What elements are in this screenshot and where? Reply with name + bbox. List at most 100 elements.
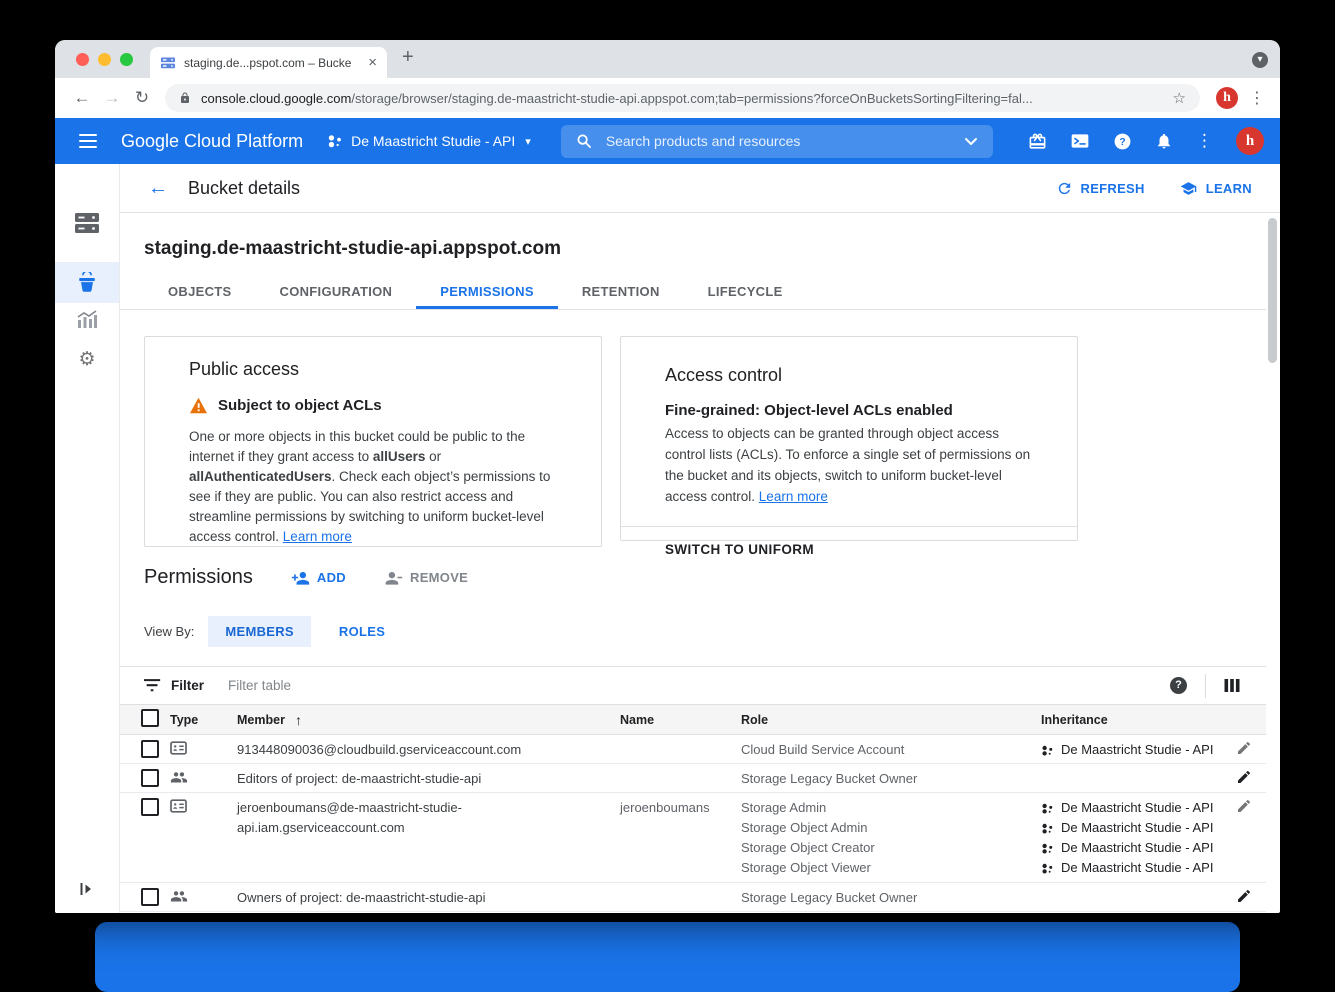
search-input[interactable]: Search products and resources xyxy=(561,125,993,158)
learn-more-link[interactable]: Learn more xyxy=(759,489,828,504)
sidebar-collapse-icon[interactable] xyxy=(55,881,119,897)
header-overflow-icon[interactable]: ⋮ xyxy=(1196,131,1213,151)
tab-configuration[interactable]: CONFIGURATION xyxy=(256,275,417,309)
group-icon xyxy=(170,889,237,903)
project-icon xyxy=(1041,802,1054,815)
row-checkbox[interactable] xyxy=(141,769,159,787)
url-domain: console.cloud.google.com xyxy=(201,91,351,106)
select-all-checkbox[interactable] xyxy=(141,709,159,727)
extension-icon[interactable]: h xyxy=(1216,87,1238,109)
table-row xyxy=(120,912,1266,913)
table-row: Owners of project: de-maastricht-studie-… xyxy=(120,883,1266,912)
sidebar-item-buckets[interactable] xyxy=(55,262,119,303)
warning-icon xyxy=(189,397,208,414)
page-title: Bucket details xyxy=(188,178,300,199)
tab-close-icon[interactable]: × xyxy=(368,55,377,70)
sidebar-item-monitoring[interactable] xyxy=(55,310,119,330)
column-type[interactable]: Type xyxy=(170,713,237,727)
column-name[interactable]: Name xyxy=(620,713,741,727)
service-account-icon xyxy=(170,799,237,813)
page-app-bar: ← Bucket details REFRESH LEARN xyxy=(120,164,1280,213)
chevron-down-icon: ▾ xyxy=(525,135,531,148)
edit-member-icon[interactable] xyxy=(1236,798,1266,814)
inheritance-value: De Maastricht Studie - API xyxy=(1041,798,1236,818)
project-selector[interactable]: De Maastricht Studie - API ▾ xyxy=(327,133,531,149)
bookmark-star-icon[interactable]: ☆ xyxy=(1173,89,1186,107)
public-access-card: Public access Subject to object ACLs One… xyxy=(144,336,602,547)
public-access-body: One or more objects in this bucket could… xyxy=(189,427,557,547)
access-control-card: Access control Fine-grained: Object-leve… xyxy=(620,336,1078,541)
row-checkbox[interactable] xyxy=(141,740,159,758)
search-placeholder: Search products and resources xyxy=(606,133,950,149)
filter-icon xyxy=(144,679,161,692)
sidebar-item-settings[interactable]: ⚙ xyxy=(55,348,119,371)
tab-retention[interactable]: RETENTION xyxy=(558,275,684,309)
access-control-title: Access control xyxy=(665,365,1033,386)
new-tab-button[interactable]: + xyxy=(402,46,414,69)
lock-icon xyxy=(179,92,191,104)
notifications-bell-icon[interactable] xyxy=(1155,132,1173,150)
tab-lifecycle[interactable]: LIFECYCLE xyxy=(684,275,807,309)
switch-to-uniform-button[interactable]: SWITCH TO UNIFORM xyxy=(621,527,1077,572)
cloud-shell-icon[interactable] xyxy=(1070,131,1090,151)
tab-objects[interactable]: OBJECTS xyxy=(144,275,256,309)
main-content: staging.de-maastricht-studie-api.appspot… xyxy=(120,213,1266,913)
project-name: De Maastricht Studie - API xyxy=(351,133,515,149)
column-inheritance[interactable]: Inheritance xyxy=(1041,713,1236,727)
gcp-header: Google Cloud Platform De Maastricht Stud… xyxy=(55,118,1280,164)
permissions-title: Permissions xyxy=(144,566,253,589)
access-control-subtitle: Fine-grained: Object-level ACLs enabled xyxy=(665,402,1033,419)
bucket-name: staging.de-maastricht-studie-api.appspot… xyxy=(144,238,561,260)
view-by-roles-toggle[interactable]: ROLES xyxy=(339,624,385,639)
avatar[interactable]: h xyxy=(1236,127,1264,155)
back-button[interactable]: ← xyxy=(148,177,168,200)
project-icon xyxy=(1041,862,1054,875)
access-control-body: Access to objects can be granted through… xyxy=(665,423,1033,507)
column-member[interactable]: Member↑ xyxy=(237,712,620,728)
background-window xyxy=(95,922,1240,992)
bucket-tabs: OBJECTS CONFIGURATION PERMISSIONS RETENT… xyxy=(120,275,1266,310)
search-chevron-icon[interactable] xyxy=(964,137,978,146)
hamburger-menu-icon[interactable] xyxy=(79,130,97,152)
browser-tab[interactable]: staging.de...pspot.com – Bucke × xyxy=(150,47,387,78)
edit-member-icon[interactable] xyxy=(1236,740,1266,756)
service-account-icon xyxy=(170,741,237,755)
filter-input[interactable]: Filter table xyxy=(228,678,291,693)
learn-more-link[interactable]: Learn more xyxy=(283,529,352,544)
brand-title[interactable]: Google Cloud Platform xyxy=(121,131,303,152)
sort-ascending-icon: ↑ xyxy=(295,712,302,728)
add-member-button[interactable]: ADD xyxy=(291,570,346,585)
edit-member-icon[interactable] xyxy=(1236,888,1266,904)
minimize-window-button[interactable] xyxy=(98,53,111,66)
browser-window: staging.de...pspot.com – Bucke × + ▾ ← →… xyxy=(55,40,1280,913)
tab-search-icon[interactable]: ▾ xyxy=(1252,52,1268,68)
gift-icon[interactable] xyxy=(1028,132,1047,151)
edit-member-icon[interactable] xyxy=(1236,769,1266,785)
browser-reload-button[interactable]: ↻ xyxy=(127,88,157,108)
maximize-window-button[interactable] xyxy=(120,53,133,66)
view-by-members-toggle[interactable]: MEMBERS xyxy=(208,616,311,647)
project-icon xyxy=(1041,822,1054,835)
learn-button[interactable]: LEARN xyxy=(1179,180,1252,197)
row-checkbox[interactable] xyxy=(141,798,159,816)
column-options-icon[interactable] xyxy=(1224,678,1240,693)
search-icon xyxy=(576,133,592,149)
scrollbar[interactable] xyxy=(1268,218,1277,363)
tab-permissions[interactable]: PERMISSIONS xyxy=(416,275,558,309)
remove-member-button[interactable]: REMOVE xyxy=(384,570,468,585)
close-window-button[interactable] xyxy=(76,53,89,66)
browser-forward-button[interactable]: → xyxy=(97,88,127,108)
public-access-status: Subject to object ACLs xyxy=(218,397,382,414)
divider xyxy=(1205,674,1206,698)
sidebar-item-storage[interactable] xyxy=(55,212,119,234)
table-help-icon[interactable]: ? xyxy=(1170,677,1187,694)
address-bar[interactable]: console.cloud.google.com /storage/browse… xyxy=(165,84,1200,112)
row-checkbox[interactable] xyxy=(141,888,159,906)
help-icon[interactable]: ? xyxy=(1113,132,1132,151)
column-role[interactable]: Role xyxy=(741,713,1041,727)
public-access-title: Public access xyxy=(189,359,557,380)
table-row: Editors of project: de-maastricht-studie… xyxy=(120,764,1266,793)
refresh-button[interactable]: REFRESH xyxy=(1056,180,1145,197)
browser-back-button[interactable]: ← xyxy=(67,88,97,108)
browser-menu-icon[interactable]: ⋮ xyxy=(1246,88,1268,108)
